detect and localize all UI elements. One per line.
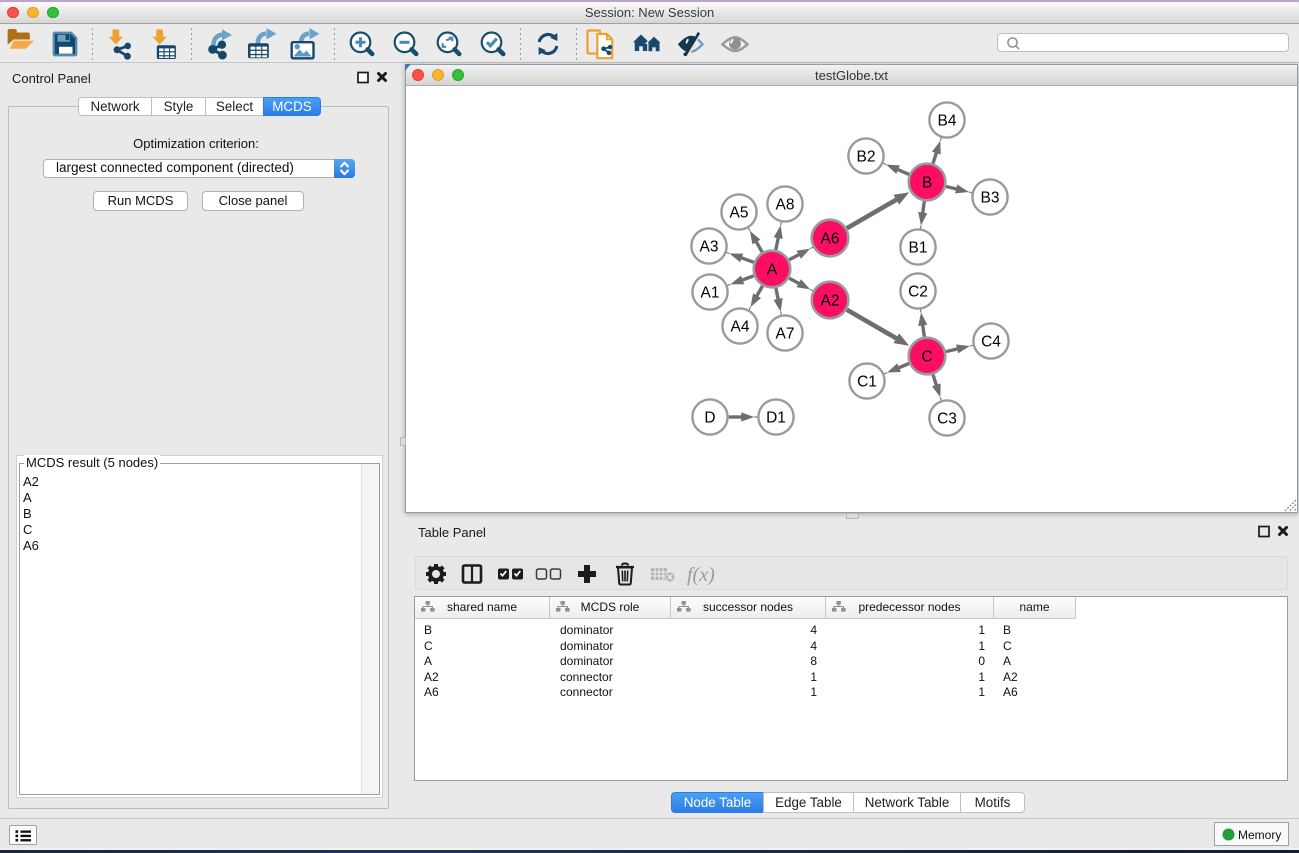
svg-text:B3: B3 — [981, 190, 1000, 207]
svg-text:A: A — [767, 262, 778, 279]
svg-text:C2: C2 — [908, 284, 928, 301]
svg-text:C4: C4 — [981, 334, 1001, 351]
svg-text:D1: D1 — [766, 410, 786, 427]
svg-text:A7: A7 — [776, 326, 795, 343]
svg-text:A4: A4 — [731, 319, 750, 336]
svg-text:A6: A6 — [821, 231, 840, 248]
svg-text:A8: A8 — [776, 197, 795, 214]
svg-text:C: C — [921, 349, 932, 366]
svg-text:B1: B1 — [909, 240, 928, 257]
svg-text:B: B — [922, 175, 932, 192]
svg-text:B2: B2 — [857, 149, 876, 166]
svg-text:C3: C3 — [937, 411, 957, 428]
svg-text:A1: A1 — [701, 285, 720, 302]
svg-text:A3: A3 — [700, 239, 719, 256]
svg-text:A5: A5 — [730, 205, 749, 222]
svg-text:D: D — [704, 410, 715, 427]
svg-text:C1: C1 — [857, 374, 877, 391]
svg-text:B4: B4 — [938, 113, 957, 130]
svg-text:A2: A2 — [821, 293, 840, 310]
svg-text:f(x): f(x) — [687, 564, 715, 586]
